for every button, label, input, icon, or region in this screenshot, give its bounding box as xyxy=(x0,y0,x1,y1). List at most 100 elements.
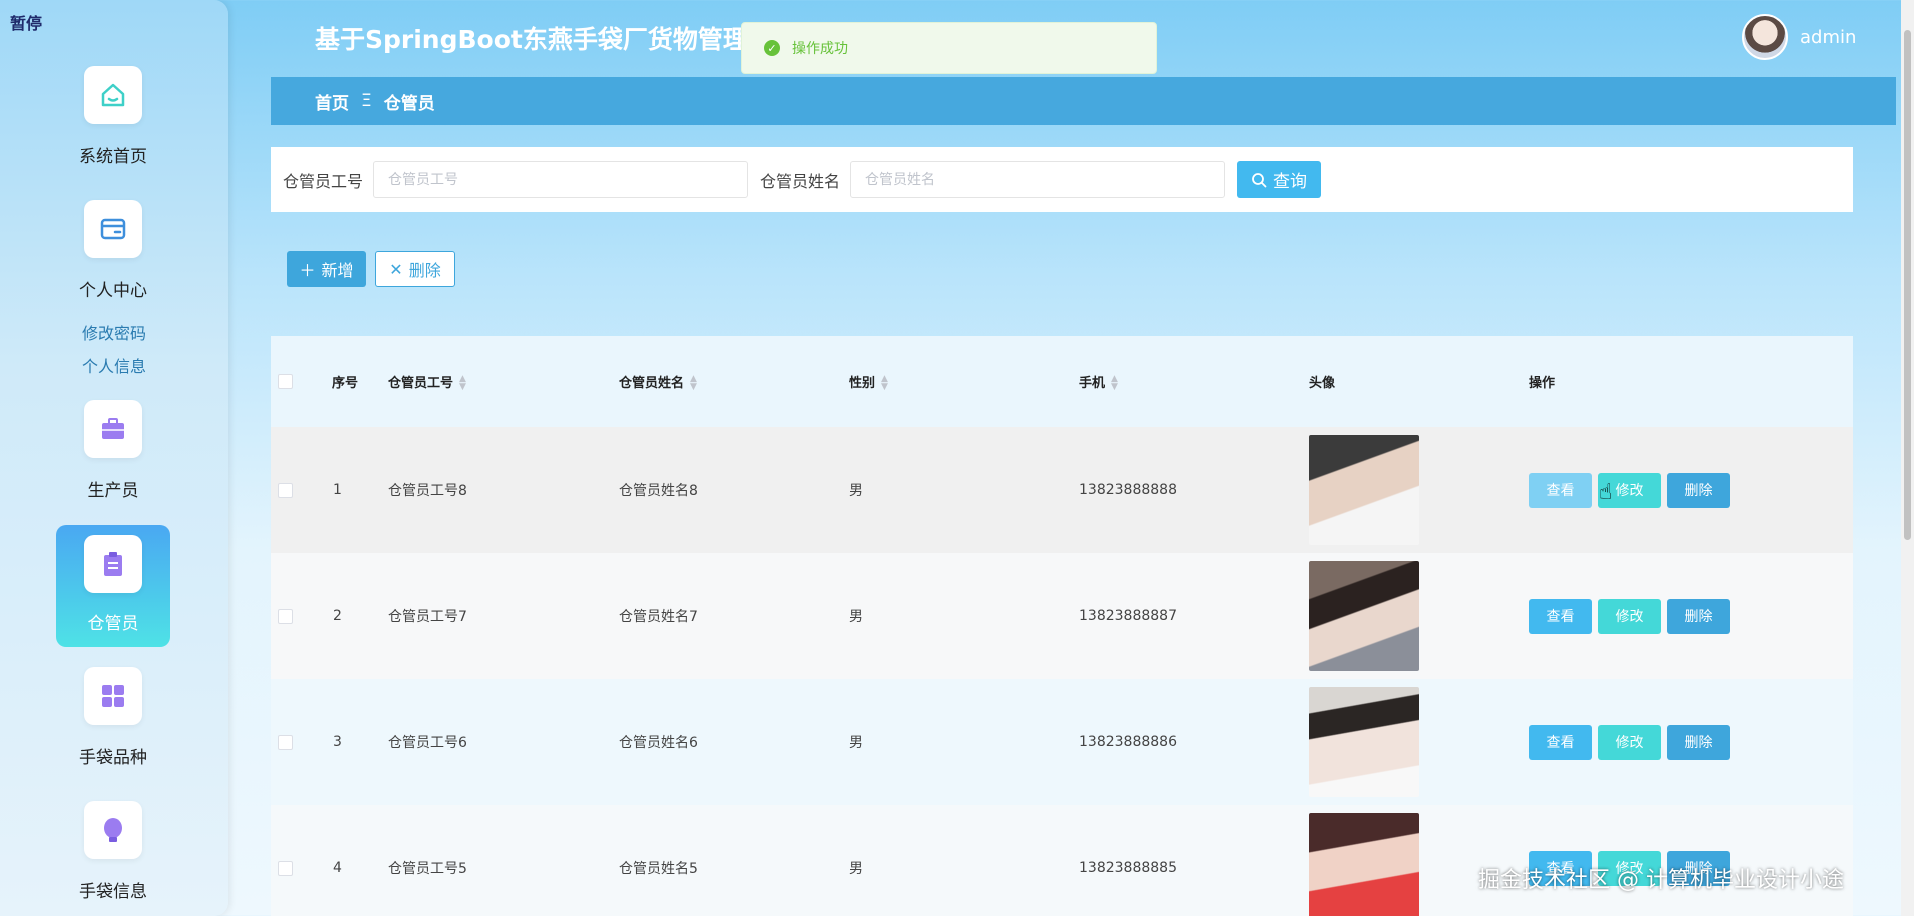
sort-icon[interactable]: ▲ ▼ xyxy=(881,375,888,392)
row-avatar-image xyxy=(1309,813,1419,916)
row-actions: 查看 修改 删除 xyxy=(1529,724,1730,760)
row-checkbox[interactable] xyxy=(278,860,293,876)
submenu-change-password[interactable]: 修改密码 xyxy=(0,320,228,344)
search-name-input[interactable] xyxy=(850,161,1226,198)
breadcrumb-current: 仓管员 xyxy=(383,93,435,114)
delete-button[interactable]: 删除 xyxy=(1667,724,1730,760)
row-checkbox[interactable] xyxy=(278,482,293,498)
row-name: 仓管员姓名7 xyxy=(619,609,698,625)
wallet-icon xyxy=(84,200,142,258)
row-phone: 13823888886 xyxy=(1079,734,1177,750)
sidebar-item-personal[interactable]: 个人中心 xyxy=(56,200,170,301)
row-avatar-image xyxy=(1309,435,1419,545)
row-index: 1 xyxy=(333,482,342,498)
batch-delete-label: 删除 xyxy=(408,261,441,280)
col-gender-label: 性别 xyxy=(849,375,876,391)
grid-icon xyxy=(84,667,142,725)
delete-button[interactable]: 删除 xyxy=(1667,472,1730,508)
row-gender: 男 xyxy=(849,609,863,625)
row-actions: 查看 修改 删除 xyxy=(1529,472,1730,508)
table-header: 序号 仓管员工号 ▲ ▼ 仓管员姓名 ▲ ▼ 性别 ▲ ▼ 手机 ▲ ▼ 头像 操作 xyxy=(271,336,1853,427)
row-gender: 男 xyxy=(849,483,863,499)
col-id[interactable]: 仓管员工号 ▲ ▼ xyxy=(388,372,466,392)
sidebar-item-bag-info[interactable]: 手袋信息 xyxy=(56,801,170,902)
table-row[interactable]: 4 仓管员工号5 仓管员姓名5 男 13823888885 查看 修改 删除 xyxy=(271,805,1853,916)
batch-delete-button[interactable]: ✕ 删除 xyxy=(375,251,455,287)
toast-message: ✓ 操作成功 xyxy=(741,22,1157,74)
search-button-label: 查询 xyxy=(1273,172,1308,192)
view-button[interactable]: 查看 xyxy=(1529,724,1592,760)
sidebar-item-label: 个人中心 xyxy=(79,281,147,301)
home-icon xyxy=(84,66,142,124)
col-index: 序号 xyxy=(332,376,359,391)
avatar[interactable] xyxy=(1742,14,1788,60)
col-name-label: 仓管员姓名 xyxy=(619,375,685,391)
row-phone: 13823888888 xyxy=(1079,482,1177,498)
search-icon xyxy=(1252,172,1267,187)
row-id: 仓管员工号6 xyxy=(388,735,467,751)
scrollbar-thumb[interactable] xyxy=(1904,30,1911,540)
search-id-label: 仓管员工号 xyxy=(283,171,364,191)
pause-label[interactable]: 暂停 xyxy=(10,10,42,34)
sort-icon[interactable]: ▲ ▼ xyxy=(459,375,466,392)
breadcrumb: 首页 Ξ 仓管员 xyxy=(271,77,1896,125)
row-gender: 男 xyxy=(849,861,863,877)
row-index: 2 xyxy=(333,608,342,624)
sidebar-item-home[interactable]: 系统首页 xyxy=(56,66,170,167)
view-button[interactable]: 查看 xyxy=(1529,472,1592,508)
sidebar-item-label: 系统首页 xyxy=(79,147,147,167)
sidebar-item-bag-types[interactable]: 手袋品种 xyxy=(56,667,170,768)
row-avatar-image xyxy=(1309,561,1419,671)
sidebar-item-label: 仓管员 xyxy=(87,614,139,634)
pointer-cursor-icon: ☝ xyxy=(1599,480,1613,505)
check-circle-icon: ✓ xyxy=(764,40,780,56)
warehouse-keeper-table: 序号 仓管员工号 ▲ ▼ 仓管员姓名 ▲ ▼ 性别 ▲ ▼ 手机 ▲ ▼ 头像 操作 1 仓管员… xyxy=(271,336,1853,916)
col-id-label: 仓管员工号 xyxy=(388,375,454,391)
add-button-label: 新增 xyxy=(321,261,354,280)
row-id: 仓管员工号7 xyxy=(388,609,467,625)
row-actions: 查看 修改 删除 xyxy=(1529,598,1730,634)
sort-icon[interactable]: ▲ ▼ xyxy=(1111,375,1118,392)
search-name-label: 仓管员姓名 xyxy=(760,171,841,191)
page-scrollbar[interactable] xyxy=(1901,0,1914,916)
row-avatar-image xyxy=(1309,687,1419,797)
col-gender[interactable]: 性别 ▲ ▼ xyxy=(849,372,888,392)
breadcrumb-separator: Ξ xyxy=(361,91,372,111)
col-phone-label: 手机 xyxy=(1079,375,1106,391)
bulb-icon xyxy=(84,801,142,859)
sidebar: 暂停 系统首页 个人中心 修改密码 个人信息 生产员 仓管员 手袋品种 手袋信息 xyxy=(0,0,228,916)
row-name: 仓管员姓名8 xyxy=(619,483,698,499)
toast-text: 操作成功 xyxy=(792,41,848,57)
row-name: 仓管员姓名5 xyxy=(619,861,698,877)
col-avatar: 头像 xyxy=(1309,376,1336,391)
submenu-profile[interactable]: 个人信息 xyxy=(0,353,228,377)
close-icon: ✕ xyxy=(389,259,403,279)
row-checkbox[interactable] xyxy=(278,734,293,750)
app-title: 基于SpringBoot东燕手袋厂货物管理 xyxy=(315,25,745,54)
col-phone[interactable]: 手机 ▲ ▼ xyxy=(1079,372,1118,392)
row-phone: 13823888887 xyxy=(1079,608,1177,624)
row-checkbox[interactable] xyxy=(278,608,293,624)
table-row[interactable]: 1 仓管员工号8 仓管员姓名8 男 13823888888 查看 修改 删除 xyxy=(271,427,1853,553)
search-id-input[interactable] xyxy=(373,161,749,198)
table-row[interactable]: 3 仓管员工号6 仓管员姓名6 男 13823888886 查看 修改 删除 xyxy=(271,679,1853,805)
sidebar-item-producer[interactable]: 生产员 xyxy=(56,400,170,501)
edit-button[interactable]: 修改 xyxy=(1598,724,1661,760)
sidebar-item-warehouse-keeper[interactable]: 仓管员 xyxy=(56,525,170,647)
user-menu[interactable]: admin xyxy=(1742,14,1856,60)
briefcase-icon xyxy=(84,400,142,458)
add-button[interactable]: ＋ 新增 xyxy=(287,251,366,287)
view-button[interactable]: 查看 xyxy=(1529,598,1592,634)
col-name[interactable]: 仓管员姓名 ▲ ▼ xyxy=(619,372,697,392)
col-actions: 操作 xyxy=(1529,376,1556,391)
sidebar-item-label: 生产员 xyxy=(87,481,139,501)
user-name[interactable]: admin xyxy=(1800,27,1856,48)
select-all-checkbox[interactable] xyxy=(278,374,293,389)
sort-icon[interactable]: ▲ ▼ xyxy=(690,375,697,392)
delete-button[interactable]: 删除 xyxy=(1667,598,1730,634)
table-row[interactable]: 2 仓管员工号7 仓管员姓名7 男 13823888887 查看 修改 删除 xyxy=(271,553,1853,679)
search-button[interactable]: 查询 xyxy=(1237,161,1322,198)
edit-button[interactable]: 修改 xyxy=(1598,598,1661,634)
row-gender: 男 xyxy=(849,735,863,751)
breadcrumb-home[interactable]: 首页 xyxy=(315,89,349,114)
